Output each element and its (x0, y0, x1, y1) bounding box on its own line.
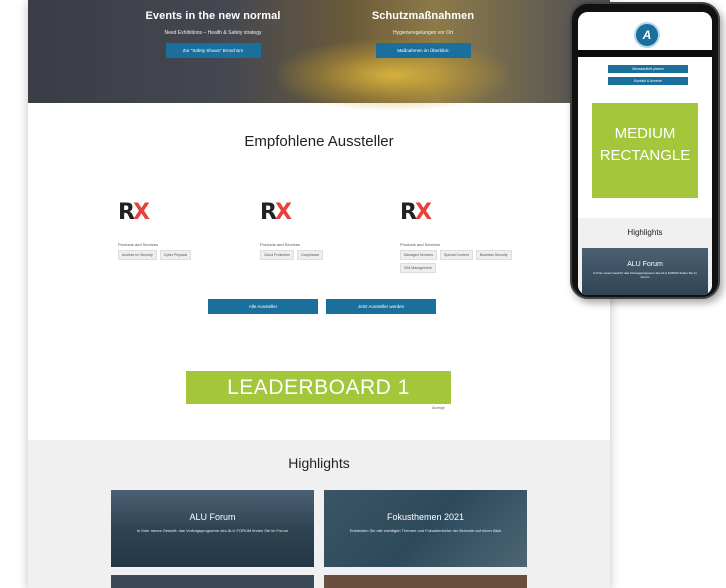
hero-column-events: Events in the new normal Need Exhibition… (128, 10, 298, 58)
hero-banner: Events in the new normal Need Exhibition… (28, 0, 610, 110)
product-tag[interactable]: SIM Management (400, 263, 436, 273)
plan-appearance-button[interactable]: Messeauftritt planen (608, 65, 688, 73)
hero-subtitle: Hygieneregelungen vor Ort (392, 30, 454, 36)
product-tag[interactable]: Cyber Physical (159, 250, 192, 260)
products-label: Products and Services (400, 242, 441, 247)
hero-subtitle: Need Exhibitions – Health & Safety strat… (164, 30, 262, 36)
mobile-highlights-heading: Highlights (627, 228, 663, 237)
highlights-heading: Highlights (288, 455, 350, 471)
ad-note: Anzeige (432, 406, 445, 410)
card-title: ALU Forum (627, 261, 663, 268)
card-text: In Ihrer neues Gesicht: das Vortragsprog… (593, 271, 697, 279)
product-tag[interactable]: Auslese im Security (118, 250, 157, 260)
exhibitor-card[interactable]: RX Products and Services Auslese im Secu… (118, 200, 258, 260)
exhibitors-heading: Empfohlene Aussteller (244, 133, 394, 150)
ad-line: MEDIUM (614, 125, 676, 142)
all-exhibitors-button[interactable]: Alle Aussteller (208, 299, 318, 314)
products-label: Products and Services (260, 242, 301, 247)
hero-title: Events in the new normal (145, 10, 281, 22)
hero-column-protection: Schutzmaßnahmen Hygieneregelungen vor Or… (343, 10, 503, 58)
become-exhibitor-button[interactable]: Jetzt Aussteller werden (326, 299, 436, 314)
product-tag[interactable]: Special Content (440, 250, 473, 260)
mobile-nav-bar (578, 50, 712, 57)
medium-rectangle-ad[interactable]: MEDIUM RECTANGLE (592, 103, 698, 198)
product-tag[interactable]: Compliance (296, 250, 324, 260)
exhibitor-logo: RX (118, 200, 150, 225)
highlight-card-alu-forum[interactable]: ALU Forum In Ihrer neues Gesicht: das Vo… (111, 490, 314, 567)
exhibitor-logo: RX (400, 200, 432, 225)
highlight-card[interactable] (324, 575, 527, 588)
mobile-screen: A Messeauftritt planen Kontakt & Anreise… (578, 12, 712, 295)
exhibitor-card[interactable]: RX Products and Services Cloud Protectio… (260, 200, 400, 260)
exhibitor-card[interactable]: RX Products and Services Managed Service… (400, 200, 540, 273)
safety-brochure-button[interactable]: Zur "Safety Shows" Broschüre (165, 43, 261, 58)
highlight-card[interactable] (111, 575, 314, 588)
highlight-card-focus-topics[interactable]: Fokusthemen 2021 Entdecken Sie alle wich… (324, 490, 527, 567)
measures-overview-button[interactable]: Maßnahmen im Überblick (375, 43, 471, 58)
hero-title: Schutzmaßnahmen (371, 10, 475, 22)
product-tag[interactable]: Business Security (475, 250, 512, 260)
product-tag[interactable]: Cloud Protection (260, 250, 294, 260)
card-title: Fokusthemen 2021 (386, 512, 465, 522)
desktop-page: Events in the new normal Need Exhibition… (28, 0, 610, 588)
product-tag[interactable]: Managed Services (400, 250, 437, 260)
mobile-highlight-card[interactable]: ALU Forum In Ihrer neues Gesicht: das Vo… (582, 248, 708, 295)
mobile-phone-frame: A Messeauftritt planen Kontakt & Anreise… (570, 2, 720, 299)
site-logo[interactable]: A (634, 22, 660, 48)
exhibitor-logo: RX (260, 200, 292, 225)
products-label: Products and Services (118, 242, 159, 247)
card-title: ALU Forum (189, 512, 236, 522)
leaderboard-ad[interactable]: LEADERBOARD 1 (186, 371, 451, 404)
contact-button[interactable]: Kontakt & Anreise (608, 77, 688, 85)
ad-line: RECTANGLE (599, 147, 691, 164)
card-text: Entdecken Sie alle wichtigen Themen und … (349, 528, 502, 533)
card-text: In Ihrer neues Gesicht: das Vortragsprog… (136, 528, 289, 533)
